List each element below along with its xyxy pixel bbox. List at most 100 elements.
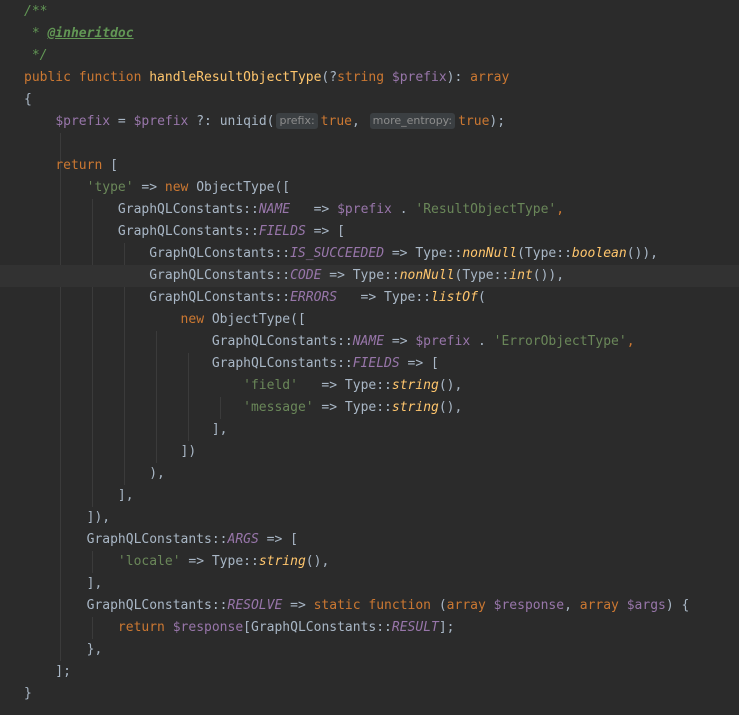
code-line[interactable]: ), xyxy=(0,463,739,485)
code-token: ) { xyxy=(665,598,690,613)
code-token: return xyxy=(117,620,173,635)
code-line[interactable]: return [ xyxy=(0,155,739,177)
code-line-text: ], xyxy=(24,419,228,441)
code-token: => Type:: xyxy=(337,290,431,305)
code-token: ), xyxy=(24,466,165,481)
code-line[interactable]: GraphQLConstants::RESOLVE => static func… xyxy=(0,595,739,617)
code-token: RESULT xyxy=(391,620,439,635)
code-token: => Type:: xyxy=(180,554,259,569)
code-line-text: ), xyxy=(24,463,165,485)
code-token: ( xyxy=(477,290,486,305)
code-token: new xyxy=(180,312,212,327)
code-token: }, xyxy=(24,642,103,657)
code-editor[interactable]: /** * @inheritdoc */ public function hand… xyxy=(0,0,739,715)
code-line[interactable]: 'locale' => Type::string(), xyxy=(0,551,739,573)
code-line-text: 'message' => Type::string(), xyxy=(24,397,462,419)
code-token: $args xyxy=(626,598,666,613)
code-token: CODE xyxy=(290,268,322,283)
code-token: boolean xyxy=(571,246,627,261)
code-line[interactable]: 'type' => new ObjectType([ xyxy=(0,177,739,199)
code-line[interactable]: } xyxy=(0,683,739,705)
code-token: = xyxy=(110,114,134,129)
code-token: [GraphQLConstants:: xyxy=(243,620,392,635)
code-token: (? xyxy=(321,70,338,85)
code-line[interactable]: return $response[GraphQLConstants::RESUL… xyxy=(0,617,739,639)
code-line[interactable]: ]) xyxy=(0,441,739,463)
code-line-text: return [ xyxy=(24,155,118,177)
code-line[interactable]: */ xyxy=(0,45,739,67)
code-token: GraphQLConstants:: xyxy=(24,290,291,305)
code-token: (), xyxy=(305,554,330,569)
code-token: $prefix xyxy=(415,334,471,349)
code-token: RESOLVE xyxy=(227,598,283,613)
code-token: => xyxy=(384,334,416,349)
code-token: GraphQLConstants:: xyxy=(24,598,228,613)
code-token: ObjectType([ xyxy=(211,312,306,327)
code-token: $prefix xyxy=(337,202,392,217)
code-line[interactable]: ]; xyxy=(0,661,739,683)
code-line-text: GraphQLConstants::NAME => $prefix . 'Err… xyxy=(24,331,635,353)
code-token: listOf xyxy=(431,290,478,305)
code-line[interactable]: GraphQLConstants::ERRORS => Type::listOf… xyxy=(0,287,739,309)
code-token: => Type:: xyxy=(297,378,392,393)
code-line-text: * @inheritdoc xyxy=(24,23,134,45)
code-line[interactable]: ]), xyxy=(0,507,739,529)
code-line[interactable]: $prefix = $prefix ?: uniqid(prefix: true,… xyxy=(0,111,739,133)
code-token: ()), xyxy=(532,268,565,283)
code-line[interactable]: ], xyxy=(0,573,739,595)
code-token: ( xyxy=(438,598,447,613)
code-line[interactable] xyxy=(0,133,739,155)
code-token: ]), xyxy=(24,510,111,525)
current-code-line[interactable]: GraphQLConstants::CODE => Type::nonNull(… xyxy=(0,265,739,287)
code-line[interactable]: GraphQLConstants::FIELDS => [ xyxy=(0,221,739,243)
code-line[interactable]: GraphQLConstants::FIELDS => [ xyxy=(0,353,739,375)
code-token: => [ xyxy=(399,356,439,371)
code-line-text: 'locale' => Type::string(), xyxy=(24,551,329,573)
code-line[interactable]: GraphQLConstants::ARGS => [ xyxy=(0,529,739,551)
code-line-text: GraphQLConstants::IS_SUCCEEDED => Type::… xyxy=(24,243,658,265)
code-line-text: ]), xyxy=(24,507,110,529)
code-token: => [ xyxy=(258,532,298,547)
code-line[interactable]: ], xyxy=(0,419,739,441)
code-token: 'field' xyxy=(243,378,298,393)
code-token: array xyxy=(579,598,627,613)
code-token: GraphQLConstants:: xyxy=(24,356,353,371)
code-token: ?: uniqid( xyxy=(188,114,275,129)
code-line-text: GraphQLConstants::FIELDS => [ xyxy=(24,221,345,243)
code-line[interactable]: }, xyxy=(0,639,739,661)
code-line[interactable]: /** xyxy=(0,1,739,23)
code-line-text: public function handleResultObjectType(?… xyxy=(24,67,509,89)
code-line-text: GraphQLConstants::FIELDS => [ xyxy=(24,353,439,375)
code-token: => Type:: xyxy=(313,400,392,415)
code-line[interactable]: new ObjectType([ xyxy=(0,309,739,331)
code-token: . xyxy=(391,202,416,217)
code-token: } xyxy=(24,686,32,701)
code-line[interactable]: GraphQLConstants::NAME => $prefix . 'Res… xyxy=(0,199,739,221)
code-token: /** xyxy=(24,4,48,19)
code-token: 'ErrorObjectType' xyxy=(493,334,627,349)
code-line[interactable]: public function handleResultObjectType(?… xyxy=(0,67,739,89)
code-line[interactable]: { xyxy=(0,89,739,111)
code-line-text: GraphQLConstants::RESOLVE => static func… xyxy=(24,595,690,617)
code-line[interactable]: GraphQLConstants::IS_SUCCEEDED => Type::… xyxy=(0,243,739,265)
code-token: FIELDS xyxy=(352,356,400,371)
code-token: ARGS xyxy=(227,532,259,547)
code-line[interactable]: GraphQLConstants::NAME => $prefix . 'Err… xyxy=(0,331,739,353)
code-line-text: GraphQLConstants::ARGS => [ xyxy=(24,529,298,551)
code-token: string xyxy=(391,400,439,415)
code-line[interactable]: 'message' => Type::string(), xyxy=(0,397,739,419)
code-token: => [ xyxy=(305,224,345,239)
code-token: => xyxy=(133,180,165,195)
code-line-text: GraphQLConstants::CODE => Type::nonNull(… xyxy=(24,265,564,287)
code-line[interactable]: ], xyxy=(0,485,739,507)
code-token: $prefix xyxy=(391,70,447,85)
code-token: , xyxy=(564,598,580,613)
code-line[interactable]: 'field' => Type::string(), xyxy=(0,375,739,397)
code-line[interactable]: * @inheritdoc xyxy=(0,23,739,45)
code-token: (), xyxy=(438,400,463,415)
